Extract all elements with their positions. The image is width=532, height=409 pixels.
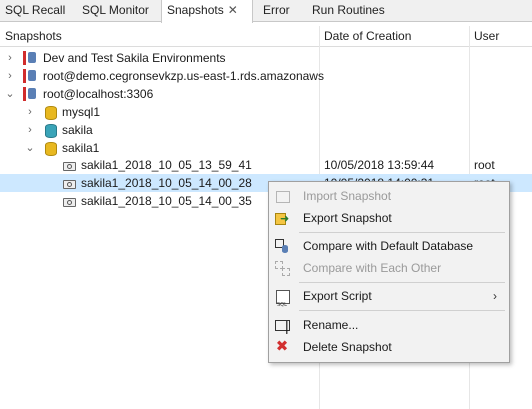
server-icon — [23, 87, 37, 101]
export-icon — [275, 208, 289, 230]
menu-separator — [299, 232, 505, 233]
tree-item-label: sakila1 — [62, 141, 100, 155]
column-header: Snapshots Date of Creation User — [0, 26, 532, 47]
tab-sql-recall[interactable]: SQL Recall — [0, 0, 70, 22]
tree-row[interactable]: sakila1_2018_10_05_13_59_41 10/05/2018 1… — [0, 156, 532, 174]
menu-item-import-snapshot[interactable]: Import Snapshot — [269, 185, 509, 207]
database-icon — [43, 123, 57, 138]
rename-icon — [275, 315, 290, 337]
menu-item-label: Delete Snapshot — [303, 340, 392, 354]
database-icon — [43, 105, 57, 120]
tab-label: Run Routines — [312, 3, 385, 17]
menu-item-export-script[interactable]: Export Script › — [269, 285, 509, 316]
tree-row[interactable]: › mysql1 — [0, 103, 532, 121]
chevron-right-icon: › — [493, 289, 497, 303]
tree-item-label: Dev and Test Sakila Environments — [43, 51, 226, 65]
menu-separator — [299, 282, 505, 283]
date-cell: 10/05/2018 13:59:44 — [324, 158, 435, 172]
snapshot-icon — [62, 194, 76, 208]
delete-icon: ✖ — [275, 338, 289, 355]
tree-item-label: sakila1_2018_10_05_14_00_35 — [81, 194, 252, 208]
tree-item-label: mysql1 — [62, 105, 101, 119]
menu-item-compare-default[interactable]: Compare with Default Database — [269, 235, 509, 257]
server-icon — [23, 51, 37, 65]
user-cell: root — [474, 158, 495, 172]
tab-label: Snapshots — [167, 3, 224, 17]
menu-item-export-snapshot[interactable]: Export Snapshot — [269, 207, 509, 230]
tab-error[interactable]: Error — [258, 0, 303, 22]
tree-row[interactable]: › Dev and Test Sakila Environments — [0, 49, 532, 67]
tab-sql-monitor[interactable]: SQL Monitor — [77, 0, 159, 22]
tree-item-label: sakila — [62, 123, 93, 137]
menu-item-label: Compare with Each Other — [303, 261, 442, 275]
tab-run-routines[interactable]: Run Routines — [307, 0, 397, 22]
tree-item-label: sakila1_2018_10_05_14_00_28 — [81, 176, 252, 190]
menu-item-label: Rename... — [303, 318, 359, 332]
tab-label: SQL Recall — [5, 3, 66, 17]
menu-item-label: Import Snapshot — [303, 189, 392, 203]
column-snapshots[interactable]: Snapshots — [5, 29, 62, 43]
chevron-right-icon[interactable]: › — [25, 103, 35, 121]
tab-snapshots[interactable]: Snapshots ✕ — [161, 0, 253, 23]
tree-item-label: root@demo.cegronsevkzp.us-east-1.rds.ama… — [43, 69, 324, 83]
menu-separator — [299, 310, 505, 311]
snapshot-icon — [62, 158, 76, 172]
import-icon — [275, 189, 290, 203]
chevron-down-icon[interactable]: ⌄ — [5, 85, 15, 103]
snapshot-icon — [62, 176, 76, 190]
chevron-right-icon[interactable]: › — [5, 67, 15, 85]
context-menu: Import Snapshot Export Snapshot Compare … — [268, 181, 510, 363]
column-date-of-creation[interactable]: Date of Creation — [324, 29, 411, 43]
tree-row[interactable]: ⌄ root@localhost:3306 — [0, 85, 532, 103]
menu-item-compare-each-other[interactable]: Compare with Each Other — [269, 257, 509, 279]
tree-row[interactable]: ⌄ sakila1 — [0, 139, 532, 157]
tree-item-label: root@localhost:3306 — [43, 87, 154, 101]
tree-row[interactable]: › sakila — [0, 121, 532, 139]
tree-item-label: sakila1_2018_10_05_13_59_41 — [81, 158, 252, 172]
menu-item-label: Export Script — [303, 289, 372, 303]
compare-icon — [275, 261, 290, 276]
close-icon[interactable]: ✕ — [228, 0, 238, 20]
sql-script-icon — [275, 289, 290, 316]
chevron-right-icon[interactable]: › — [25, 121, 35, 139]
tab-label: Error — [263, 3, 290, 17]
compare-icon — [275, 239, 289, 253]
chevron-down-icon[interactable]: ⌄ — [25, 139, 35, 157]
chevron-right-icon[interactable]: › — [5, 49, 15, 67]
menu-item-label: Compare with Default Database — [303, 239, 474, 253]
database-icon — [43, 141, 57, 156]
menu-item-rename[interactable]: Rename... — [269, 314, 509, 337]
menu-item-delete-snapshot[interactable]: ✖ Delete Snapshot — [269, 336, 509, 358]
server-icon — [23, 69, 37, 83]
tab-bar: SQL Recall SQL Monitor Snapshots ✕ Error … — [0, 0, 532, 23]
tree-row[interactable]: › root@demo.cegronsevkzp.us-east-1.rds.a… — [0, 67, 532, 85]
menu-item-label: Export Snapshot — [303, 211, 392, 225]
column-user[interactable]: User — [474, 29, 499, 43]
tab-label: SQL Monitor — [82, 3, 149, 17]
